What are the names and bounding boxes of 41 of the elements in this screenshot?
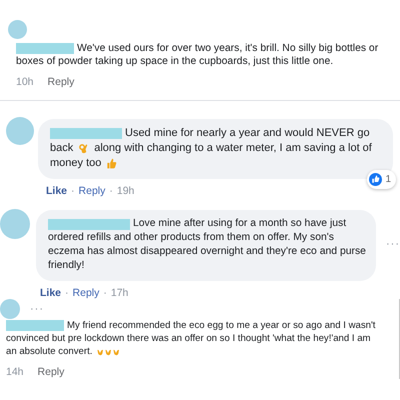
comment-text: friendly! <box>48 259 84 273</box>
comment-text: We've used ours for over two years, it's brill. No silly big bottles or <box>77 42 378 55</box>
reply-link[interactable]: Reply <box>72 287 100 299</box>
separator-dot: · <box>109 185 113 197</box>
comment-text: money too <box>50 156 102 171</box>
like-link[interactable]: Like <box>46 185 68 197</box>
redacted-name <box>6 320 64 331</box>
comment-text: an absolute convert. <box>6 345 92 358</box>
timestamp: 10h <box>16 76 34 88</box>
avatar <box>0 209 30 239</box>
avatar <box>6 117 34 145</box>
timestamp: 14h <box>6 366 24 378</box>
avatar <box>8 20 27 39</box>
reply-link[interactable]: Reply <box>48 76 74 88</box>
separator-dot: · <box>71 185 75 197</box>
comment-text: convinced but pre lockdown there was an offer on so I thought 'what the hey!'and I am <box>6 332 371 345</box>
ok-hand-icon <box>78 143 90 154</box>
raised-hands-icon <box>97 348 122 356</box>
like-icon <box>369 173 382 186</box>
redacted-name <box>16 43 74 54</box>
comment-text: Used mine for nearly a year and would NEVER go <box>125 126 370 141</box>
comment-text: eczema has almost disappeared overnight and they're eco and purse <box>48 245 366 259</box>
timestamp: 19h <box>116 185 134 197</box>
comment-text: back <box>50 141 74 156</box>
comment-text: along with changing to a water meter, I am saving a lot of <box>94 141 372 156</box>
reply-link[interactable]: Reply <box>38 366 64 378</box>
like-link[interactable]: Like <box>40 287 62 299</box>
reply-link[interactable]: Reply <box>78 185 106 197</box>
thumbs-up-icon <box>106 158 118 169</box>
more-options-icon[interactable]: ··· <box>386 238 400 250</box>
timestamp: 17h <box>110 287 128 299</box>
avatar <box>0 299 20 319</box>
comment-text: Love mine after using for a month so have just <box>133 217 346 231</box>
separator-dot: · <box>103 287 107 299</box>
comment-text: boxes of powder taking up space in the cupboards, just this little one. <box>16 55 334 68</box>
redacted-name <box>50 128 122 139</box>
comment-text: My friend recommended the eco egg to me a year or so ago and I wasn't <box>67 319 376 332</box>
reaction-count[interactable]: 1 <box>367 170 396 189</box>
comment-text: ordered refills and other products from them on offer. My son's <box>48 231 334 245</box>
more-options-icon[interactable]: ··· <box>30 303 44 315</box>
separator-dot: · <box>65 287 69 299</box>
